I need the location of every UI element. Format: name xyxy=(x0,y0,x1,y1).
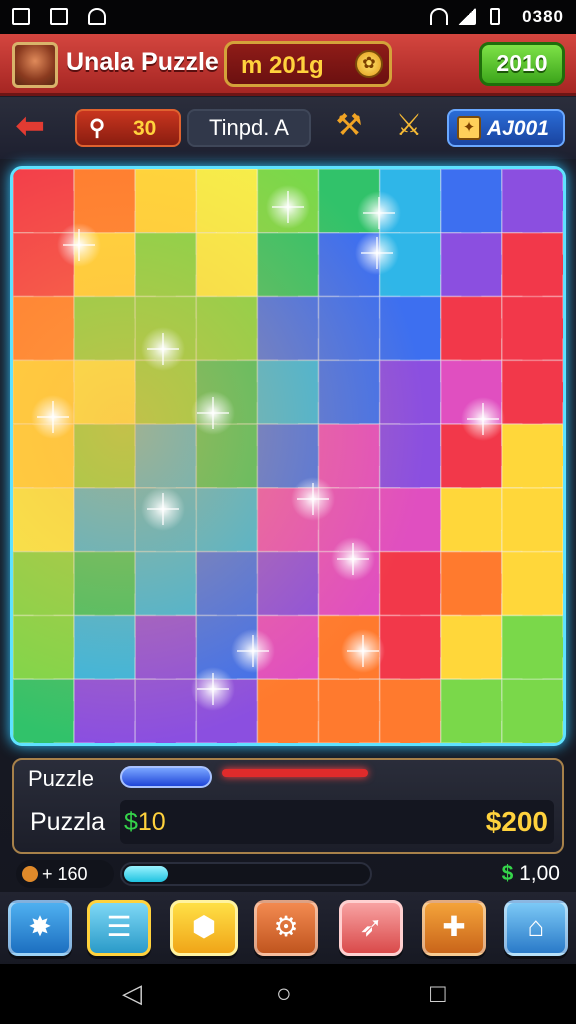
toolbar: ⬅ ⚲ 30 Tinpd. A ⚒ ⚔ ✦ AJ001 xyxy=(0,97,576,159)
progress-bar-secondary xyxy=(222,769,368,777)
level-button[interactable]: 2010 xyxy=(479,42,565,86)
avatar[interactable] xyxy=(12,42,58,88)
notification-icon xyxy=(12,8,30,25)
game-screen: { "status_bar": {"time": "0380"}, "heade… xyxy=(0,0,576,1024)
stat-left: + 160 xyxy=(16,860,114,888)
coin-value: m 201g xyxy=(241,52,324,79)
search-count: 30 xyxy=(133,117,157,140)
rocket-icon[interactable]: ➶ xyxy=(339,900,403,956)
reward-large: $200 xyxy=(485,806,548,837)
score-value: AJ001 xyxy=(487,117,549,140)
status-bar: 0380 xyxy=(0,0,576,34)
score-counter[interactable]: ✦ AJ001 xyxy=(447,109,565,147)
puzzle-map-icon: ✦ xyxy=(457,116,481,140)
star-icon[interactable]: ✸ xyxy=(8,900,72,956)
signal-icon xyxy=(458,8,476,25)
search-icon: ⚲ xyxy=(89,115,106,140)
hammer-icon[interactable]: ⚒ xyxy=(330,107,368,145)
alert-icon xyxy=(88,8,106,25)
gear-icon[interactable]: ⚙ xyxy=(254,900,318,956)
status-time: 0380 xyxy=(522,7,564,26)
bottom-menu: ✸ ☰ ⬢ ⚙ ➶ ✚ ⌂ xyxy=(0,892,576,964)
stat-progress-bar xyxy=(120,862,372,886)
tool-name-button[interactable]: Tinpd. A xyxy=(187,109,311,147)
puzzle-grid[interactable] xyxy=(13,169,563,743)
progress-panel: Puzzle Puzzla $10 $200 xyxy=(12,758,564,854)
stat-left-value: + 160 xyxy=(42,864,88,884)
stat-right-value: $ 1,00 xyxy=(501,862,560,885)
progress-bar-primary xyxy=(120,766,212,788)
battery-icon xyxy=(490,8,500,25)
nav-back-icon[interactable]: ◁ xyxy=(122,980,142,1006)
nav-recents-icon[interactable]: □ xyxy=(430,980,446,1006)
back-arrow-icon[interactable]: ⬅ xyxy=(16,109,58,145)
fire-icon xyxy=(22,866,38,882)
search-counter[interactable]: ⚲ 30 xyxy=(75,109,181,147)
progress-label: Puzzle xyxy=(28,766,95,791)
list-icon[interactable]: ☰ xyxy=(87,900,151,956)
system-nav-bar: ◁ ○ □ xyxy=(0,964,576,1024)
crossed-swords-icon[interactable]: ⚔ xyxy=(390,107,428,145)
coin-icon: ✿ xyxy=(355,50,383,78)
nav-home-icon[interactable]: ○ xyxy=(276,980,292,1006)
gallery-icon xyxy=(50,8,68,25)
coin-counter[interactable]: m 201g ✿ xyxy=(224,41,392,87)
wifi-icon xyxy=(430,8,448,25)
puzzle-board[interactable] xyxy=(10,166,566,746)
game-title: Unala Puzzle xyxy=(66,48,219,76)
reward-small: $10 xyxy=(124,808,166,836)
game-header: Unala Puzzle m 201g ✿ 2010 xyxy=(0,34,576,96)
gem-icon[interactable]: ⬢ xyxy=(170,900,238,956)
puzzle-piece-icon[interactable]: ✚ xyxy=(422,900,486,956)
stat-progress-fill xyxy=(124,866,168,882)
reward-label: Puzzla xyxy=(30,808,106,836)
stat-row: + 160 $ 1,00 xyxy=(10,858,566,890)
home-icon[interactable]: ⌂ xyxy=(504,900,568,956)
